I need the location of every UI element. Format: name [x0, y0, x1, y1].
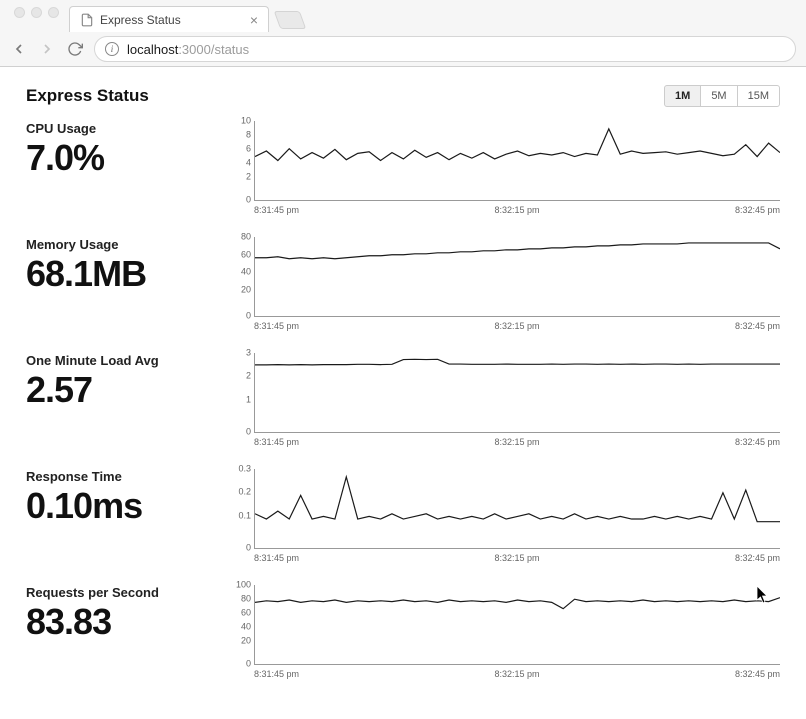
browser-chrome: Express Status × i localhost:3000/status	[0, 0, 806, 67]
y-tick-label: 2	[227, 173, 251, 182]
page-icon	[80, 13, 94, 27]
y-tick-label: 0	[227, 543, 251, 552]
minimize-window-icon[interactable]	[31, 7, 42, 18]
y-tick-label: 8	[227, 131, 251, 140]
page-content: Express Status 1M 5M 15M CPU Usage7.0%10…	[0, 67, 806, 719]
y-tick-label: 0	[227, 427, 251, 436]
close-window-icon[interactable]	[14, 7, 25, 18]
y-tick-label: 60	[227, 609, 251, 618]
y-tick-label: 100	[227, 581, 251, 590]
close-tab-icon[interactable]: ×	[250, 13, 258, 27]
y-tick-label: 80	[227, 233, 251, 242]
chart: 32108:31:45 pm8:32:15 pm8:32:45 pm	[226, 353, 780, 447]
metric-title: CPU Usage	[26, 121, 226, 136]
maximize-window-icon[interactable]	[48, 7, 59, 18]
chart: 8060402008:31:45 pm8:32:15 pm8:32:45 pm	[226, 237, 780, 331]
metric-label-col: One Minute Load Avg 2.57	[26, 353, 226, 447]
metric-row: CPU Usage7.0%10864208:31:45 pm8:32:15 pm…	[26, 121, 780, 215]
site-info-icon[interactable]: i	[105, 42, 119, 56]
y-tick-label: 10	[227, 117, 251, 126]
forward-button[interactable]	[38, 40, 56, 58]
chart: 1008060402008:31:45 pm8:32:15 pm8:32:45 …	[226, 585, 780, 679]
y-tick-label: 40	[227, 268, 251, 277]
metric-title: Memory Usage	[26, 237, 226, 252]
x-tick-label: 8:31:45 pm	[254, 553, 299, 563]
y-tick-label: 0.3	[227, 465, 251, 474]
metric-row: Requests per Second83.831008060402008:31…	[26, 585, 780, 679]
range-5m-button[interactable]: 5M	[700, 85, 737, 107]
y-tick-label: 6	[227, 145, 251, 154]
browser-toolbar: i localhost:3000/status	[0, 32, 806, 66]
metric-value: 7.0%	[26, 138, 226, 178]
y-tick-label: 0	[227, 312, 251, 321]
x-tick-label: 8:31:45 pm	[254, 669, 299, 679]
x-tick-label: 8:32:15 pm	[494, 437, 539, 447]
metric-title: One Minute Load Avg	[26, 353, 226, 368]
chart: 0.30.20.108:31:45 pm8:32:15 pm8:32:45 pm	[226, 469, 780, 563]
y-tick-label: 4	[227, 159, 251, 168]
tab-title: Express Status	[100, 13, 181, 27]
x-tick-label: 8:32:45 pm	[735, 669, 780, 679]
y-tick-label: 0	[227, 196, 251, 205]
y-tick-label: 40	[227, 623, 251, 632]
x-tick-label: 8:32:15 pm	[494, 669, 539, 679]
y-tick-label: 0	[227, 660, 251, 669]
back-button[interactable]	[10, 40, 28, 58]
x-tick-label: 8:32:45 pm	[735, 321, 780, 331]
x-tick-label: 8:32:45 pm	[735, 437, 780, 447]
y-tick-label: 3	[227, 349, 251, 358]
x-tick-label: 8:32:15 pm	[494, 321, 539, 331]
tab-strip: Express Status ×	[0, 0, 806, 32]
url-text: localhost:3000/status	[127, 42, 249, 57]
y-tick-label: 20	[227, 285, 251, 294]
metric-label-col: Requests per Second 83.83	[26, 585, 226, 679]
y-tick-label: 60	[227, 250, 251, 259]
address-bar[interactable]: i localhost:3000/status	[94, 36, 796, 62]
metric-value: 2.57	[26, 370, 226, 410]
y-tick-label: 2	[227, 372, 251, 381]
metric-value: 0.10ms	[26, 486, 226, 526]
chart: 10864208:31:45 pm8:32:15 pm8:32:45 pm	[226, 121, 780, 215]
new-tab-button[interactable]	[274, 11, 307, 29]
x-tick-label: 8:31:45 pm	[254, 437, 299, 447]
x-tick-label: 8:32:15 pm	[494, 553, 539, 563]
metric-title: Response Time	[26, 469, 226, 484]
y-tick-label: 1	[227, 395, 251, 404]
metric-label-col: CPU Usage 7.0%	[26, 121, 226, 215]
cursor-icon	[756, 586, 770, 604]
page-header: Express Status 1M 5M 15M	[26, 85, 780, 107]
metric-title: Requests per Second	[26, 585, 226, 600]
metric-label-col: Response Time 0.10ms	[26, 469, 226, 563]
x-tick-label: 8:31:45 pm	[254, 321, 299, 331]
x-tick-label: 8:32:45 pm	[735, 205, 780, 215]
y-tick-label: 0.2	[227, 488, 251, 497]
page-title: Express Status	[26, 86, 149, 106]
metric-value: 83.83	[26, 602, 226, 642]
y-tick-label: 80	[227, 595, 251, 604]
window-controls	[8, 7, 69, 26]
time-range-group: 1M 5M 15M	[665, 85, 780, 107]
metric-row: Response Time0.10ms0.30.20.108:31:45 pm8…	[26, 469, 780, 563]
metric-row: One Minute Load Avg2.5732108:31:45 pm8:3…	[26, 353, 780, 447]
range-1m-button[interactable]: 1M	[664, 85, 701, 107]
y-tick-label: 20	[227, 637, 251, 646]
x-tick-label: 8:32:45 pm	[735, 553, 780, 563]
metric-label-col: Memory Usage 68.1MB	[26, 237, 226, 331]
range-15m-button[interactable]: 15M	[737, 85, 780, 107]
browser-tab[interactable]: Express Status ×	[69, 6, 269, 32]
metric-value: 68.1MB	[26, 254, 226, 294]
metric-row: Memory Usage68.1MB8060402008:31:45 pm8:3…	[26, 237, 780, 331]
y-tick-label: 0.1	[227, 511, 251, 520]
x-tick-label: 8:31:45 pm	[254, 205, 299, 215]
x-tick-label: 8:32:15 pm	[494, 205, 539, 215]
reload-button[interactable]	[66, 40, 84, 58]
